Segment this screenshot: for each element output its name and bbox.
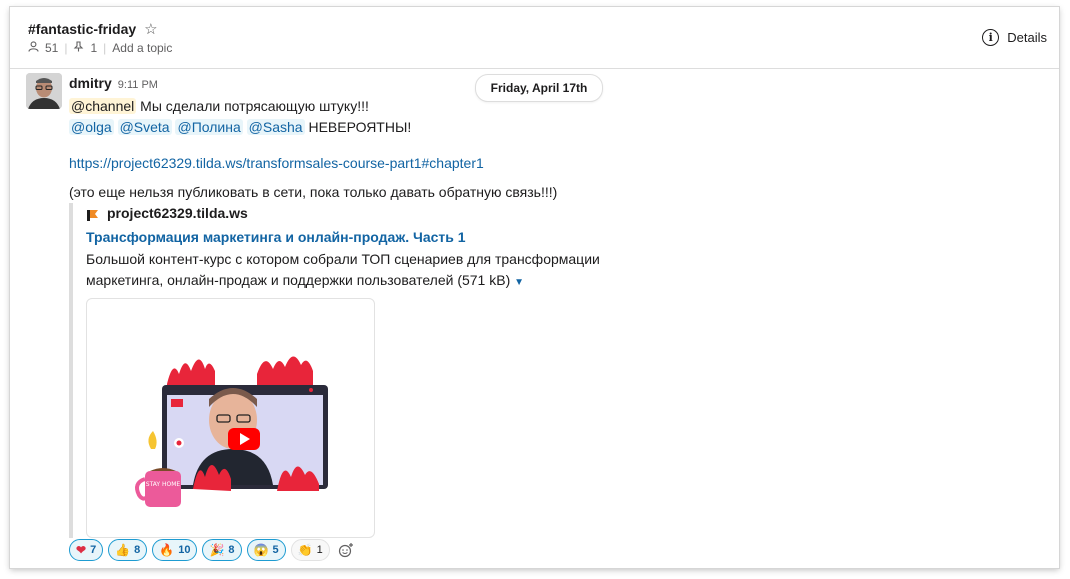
user-mention[interactable]: @Полина — [175, 119, 243, 135]
author-name[interactable]: dmitry — [69, 75, 112, 91]
message-text: Мы сделали потрясающую штуку!!! — [136, 98, 369, 114]
collapse-caret-icon[interactable]: ▼ — [514, 277, 524, 288]
reactions-bar: ❤ 7 👍 8 🔥 10 🎉 8 😱 5 👏 1 — [69, 539, 357, 561]
mug-text: STAY HOME — [146, 481, 181, 488]
message-link[interactable]: https://project62329.tilda.ws/transforms… — [69, 155, 484, 171]
channel-meta: 51 | 1 | Add a topic — [28, 41, 172, 55]
link-preview: project62329.tilda.ws Трансформация марк… — [69, 203, 646, 538]
message-header: dmitry 9:11 PM — [69, 73, 1029, 96]
user-mention[interactable]: @Sasha — [246, 119, 305, 135]
timestamp[interactable]: 9:11 PM — [118, 79, 158, 91]
preview-title[interactable]: Трансформация маркетинга и онлайн-продаж… — [86, 229, 646, 245]
channel-title[interactable]: #fantastic-friday ☆ — [28, 20, 158, 38]
pin-icon[interactable] — [73, 41, 84, 55]
preview-site: project62329.tilda.ws — [86, 203, 646, 223]
member-icon[interactable] — [28, 41, 39, 55]
member-count[interactable]: 51 — [45, 41, 58, 55]
info-icon: i — [982, 29, 1000, 46]
preview-description-line: Большой контент-курс с котором собрали Т… — [86, 251, 600, 267]
channel-name[interactable]: #fantastic-friday — [28, 21, 136, 37]
reaction-thumbs-up[interactable]: 👍 8 — [108, 539, 148, 561]
message-line-2: @olga @Sveta @Полина @Sasha НЕВЕРОЯТНЫ! — [69, 117, 1029, 138]
reaction-clap[interactable]: 👏 1 — [290, 539, 330, 561]
site-favicon-icon — [86, 208, 99, 221]
channel-header: #fantastic-friday ☆ 51 | 1 | Add a topic… — [10, 7, 1059, 69]
details-button[interactable]: i Details — [982, 29, 1047, 46]
reaction-heart[interactable]: ❤ 7 — [69, 539, 104, 561]
preview-image[interactable]: STAY HOME — [86, 298, 375, 538]
divider: | — [64, 41, 68, 55]
message: dmitry 9:11 PM @channel Мы сделали потряс… — [69, 73, 1029, 203]
pinned-count[interactable]: 1 — [90, 41, 97, 55]
message-text: НЕВЕРОЯТНЫ! — [304, 119, 412, 135]
reaction-scream[interactable]: 😱 5 — [246, 539, 286, 561]
preview-description: Большой контент-курс с котором собрали Т… — [86, 249, 646, 293]
message-line-url: https://project62329.tilda.ws/transforms… — [69, 153, 1029, 174]
preview-description-line: маркетинга, онлайн-продаж и поддержки по… — [86, 272, 525, 288]
add-topic-link[interactable]: Add a topic — [112, 41, 172, 55]
message-note: (это еще нельзя публиковать в сети, пока… — [69, 184, 558, 200]
preview-site-name: project62329.tilda.ws — [107, 205, 248, 221]
user-mention[interactable]: @Sveta — [117, 119, 172, 135]
slack-window: #fantastic-friday ☆ 51 | 1 | Add a topic… — [10, 7, 1059, 568]
details-label: Details — [1007, 30, 1047, 45]
star-icon[interactable]: ☆ — [144, 20, 157, 38]
reaction-tada[interactable]: 🎉 8 — [202, 539, 242, 561]
add-reaction-icon[interactable] — [335, 539, 357, 561]
message-line-1: @channel Мы сделали потрясающую штуку!!! — [69, 96, 1029, 117]
channel-mention[interactable]: @channel — [69, 98, 137, 114]
divider: | — [103, 41, 107, 55]
avatar[interactable] — [26, 73, 62, 109]
reaction-fire[interactable]: 🔥 10 — [152, 539, 198, 561]
user-mention[interactable]: @olga — [69, 119, 114, 135]
